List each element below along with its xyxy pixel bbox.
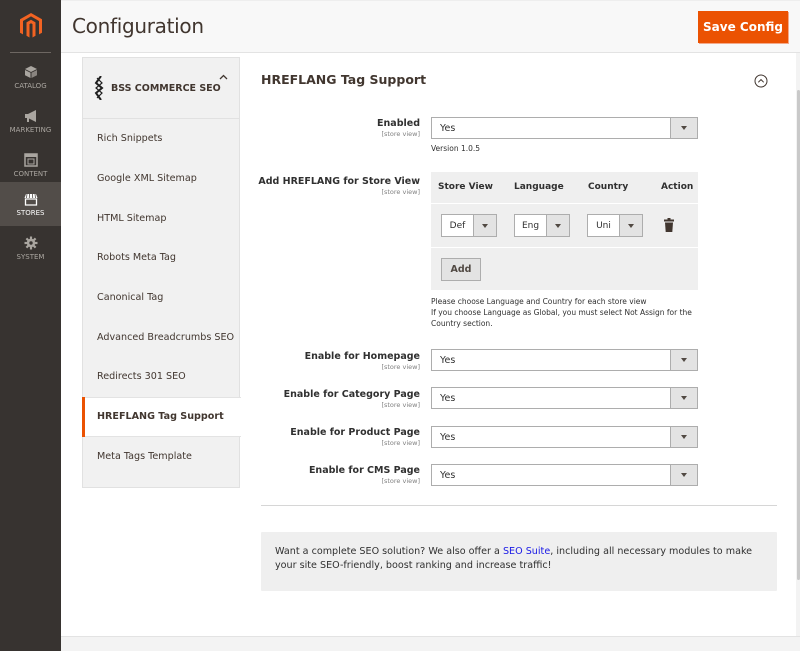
- admin-nav: CATALOG MARKETING CONTENT STORES SYSTEM: [0, 0, 61, 651]
- cms-select[interactable]: Yes: [431, 464, 698, 486]
- column-country: Country: [588, 182, 629, 192]
- catalog-box-icon: [24, 65, 37, 78]
- tab-meta-tags-template[interactable]: Meta Tags Template: [83, 437, 239, 477]
- trash-icon[interactable]: [664, 218, 674, 232]
- tab-html-sitemap[interactable]: HTML Sitemap: [83, 198, 239, 238]
- nav-label: CATALOG: [14, 81, 47, 90]
- magento-logo-icon: [19, 13, 42, 38]
- product-value: Yes: [440, 431, 456, 443]
- store-view-value: Def: [449, 220, 466, 231]
- collapse-section-icon[interactable]: [754, 74, 768, 88]
- store-view-select[interactable]: Def: [441, 214, 497, 237]
- tab-rich-snippets[interactable]: Rich Snippets: [83, 119, 239, 159]
- table-row: Def Eng Uni: [431, 205, 698, 248]
- hreflang-scope: [store view]: [381, 188, 420, 196]
- homepage-scope: [store view]: [381, 363, 420, 371]
- seo-suite-link[interactable]: SEO Suite: [503, 546, 550, 557]
- homepage-label: Enable for Homepage: [304, 351, 420, 362]
- nav-label: CONTENT: [13, 169, 48, 178]
- column-action: Action: [661, 182, 694, 192]
- language-value: Eng: [521, 220, 540, 231]
- page-title: Configuration: [72, 14, 204, 38]
- promo-text-before: Want a complete SEO solution? We also of…: [275, 546, 503, 557]
- page-footer: [61, 636, 800, 651]
- section-title: HREFLANG Tag Support: [261, 72, 427, 87]
- add-row-button[interactable]: Add: [441, 258, 481, 281]
- homepage-select[interactable]: Yes: [431, 349, 698, 371]
- enabled-value: Yes: [440, 122, 456, 134]
- nav-label: STORES: [16, 208, 45, 217]
- product-label: Enable for Product Page: [290, 427, 420, 438]
- category-select[interactable]: Yes: [431, 387, 698, 409]
- version-note: Version 1.0.5: [431, 144, 481, 153]
- category-label: Enable for Category Page: [283, 389, 420, 400]
- save-config-button[interactable]: Save Config: [698, 11, 788, 43]
- nav-label: MARKETING: [9, 125, 52, 134]
- nav-item-catalog[interactable]: CATALOG: [0, 55, 61, 99]
- dropdown-arrow-icon: [670, 388, 697, 408]
- gear-icon: [24, 236, 37, 249]
- column-language: Language: [514, 182, 564, 192]
- enabled-scope: [store view]: [381, 130, 420, 138]
- tab-robots-meta-tag[interactable]: Robots Meta Tag: [83, 238, 239, 278]
- nav-label: SYSTEM: [16, 252, 45, 261]
- chevron-up-icon[interactable]: [219, 72, 228, 83]
- dropdown-arrow-icon: [619, 215, 642, 236]
- nav-divider: [10, 52, 51, 53]
- country-select[interactable]: Uni: [587, 214, 643, 237]
- section-divider: [261, 505, 777, 506]
- tab-canonical-tag[interactable]: Canonical Tag: [83, 278, 239, 318]
- dropdown-arrow-icon: [670, 465, 697, 485]
- bss-logo-icon: [94, 76, 104, 100]
- tab-hreflang-tag-support[interactable]: HREFLANG Tag Support: [82, 396, 241, 437]
- tab-redirects-301-seo[interactable]: Redirects 301 SEO: [83, 357, 239, 397]
- dropdown-arrow-icon: [670, 427, 697, 447]
- magento-logo[interactable]: [0, 0, 61, 52]
- enabled-select[interactable]: Yes: [431, 117, 698, 139]
- tab-group-bss-commerce-seo[interactable]: BSS COMMERCE SEO: [83, 58, 239, 119]
- config-tabs: BSS COMMERCE SEO Rich Snippets Google XM…: [82, 57, 241, 488]
- hreflang-note-line-2: If you choose Language as Global, you mu…: [431, 308, 692, 317]
- megaphone-icon: [24, 109, 36, 122]
- language-select[interactable]: Eng: [514, 214, 570, 237]
- dropdown-arrow-icon: [670, 118, 697, 138]
- hreflang-note-line-1: Please choose Language and Country for e…: [431, 297, 647, 306]
- nav-item-marketing[interactable]: MARKETING: [0, 99, 61, 143]
- hreflang-table: Store View Language Country Action Def E…: [431, 172, 698, 290]
- column-store-view: Store View: [438, 182, 493, 192]
- content-layout-icon: [23, 152, 38, 167]
- category-scope: [store view]: [381, 401, 420, 409]
- store-icon: [24, 193, 37, 206]
- cms-scope: [store view]: [381, 477, 420, 485]
- category-value: Yes: [440, 392, 456, 404]
- tab-google-xml-sitemap[interactable]: Google XML Sitemap: [83, 159, 239, 199]
- cms-value: Yes: [440, 469, 456, 481]
- dropdown-arrow-icon: [670, 350, 697, 370]
- nav-item-system[interactable]: SYSTEM: [0, 226, 61, 270]
- cms-label: Enable for CMS Page: [308, 465, 420, 476]
- product-scope: [store view]: [381, 439, 420, 447]
- nav-item-content[interactable]: CONTENT: [0, 143, 61, 187]
- nav-item-stores[interactable]: STORES: [0, 182, 61, 226]
- enabled-label: Enabled: [377, 118, 420, 129]
- dropdown-arrow-icon: [473, 215, 496, 236]
- table-header: Store View Language Country Action: [431, 172, 698, 204]
- product-select[interactable]: Yes: [431, 426, 698, 448]
- tab-advanced-breadcrumbs-seo[interactable]: Advanced Breadcrumbs SEO: [83, 317, 239, 357]
- dropdown-arrow-icon: [546, 215, 569, 236]
- promo-banner: Want a complete SEO solution? We also of…: [261, 532, 777, 591]
- country-value: Uni: [596, 220, 611, 231]
- homepage-value: Yes: [440, 354, 456, 366]
- hreflang-note-line-3: Country section.: [431, 319, 493, 328]
- tab-group-title: BSS COMMERCE SEO: [111, 82, 221, 94]
- hreflang-label: Add HREFLANG for Store View: [258, 176, 420, 187]
- page-header: Configuration Save Config: [61, 0, 800, 53]
